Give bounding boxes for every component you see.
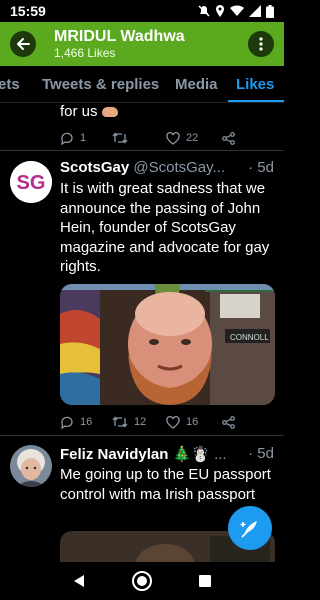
tweet-text-fragment: for us <box>60 103 118 120</box>
more-vertical-icon <box>259 37 263 51</box>
wifi-icon <box>230 5 244 17</box>
page-title: MRIDUL Wadhwa <box>54 28 185 45</box>
retweet-button[interactable] <box>112 132 166 144</box>
reply-button[interactable]: 16 <box>60 416 112 429</box>
user-photo-avatar <box>10 445 52 487</box>
tweet-timestamp: · 5d <box>248 159 274 176</box>
back-arrow-icon <box>17 38 30 50</box>
likes-count: 1,466 Likes <box>54 46 116 60</box>
share-button[interactable] <box>222 131 235 145</box>
status-time: 15:59 <box>10 3 46 19</box>
like-count: 22 <box>186 132 199 144</box>
avatar[interactable] <box>10 445 52 487</box>
back-triangle-icon[interactable] <box>73 574 85 588</box>
tweet-text: for us <box>60 103 98 120</box>
signal-icon <box>249 5 261 17</box>
man-selfie-photo: CONNOLL <box>60 284 275 405</box>
retweet-count: 12 <box>134 416 147 428</box>
battery-icon <box>266 4 274 18</box>
like-button[interactable]: 22 <box>166 131 222 145</box>
home-circle-icon[interactable] <box>131 570 153 592</box>
retweet-icon <box>112 132 128 144</box>
retweet-icon <box>112 416 128 428</box>
reply-button[interactable]: 1 <box>60 132 112 145</box>
tweet-media-image[interactable]: CONNOLL <box>60 284 275 405</box>
tab-media[interactable]: Media <box>175 76 218 93</box>
share-icon <box>222 415 235 429</box>
system-navigation-bar <box>0 562 284 600</box>
profile-tabs: ets Tweets & replies Media Likes <box>0 66 284 103</box>
recents-square-icon[interactable] <box>199 575 211 587</box>
author-name[interactable]: ScotsGay <box>60 159 129 176</box>
tab-likes[interactable]: Likes <box>236 76 274 93</box>
reply-count: 16 <box>80 416 93 428</box>
tweet-actions: 16 12 16 <box>60 413 260 431</box>
heart-icon <box>166 415 180 429</box>
tweet-card[interactable]: for us 1 22 <box>0 103 284 151</box>
location-icon <box>216 5 224 17</box>
author-handle: ... <box>214 446 227 463</box>
like-count: 16 <box>186 416 199 428</box>
tweet-text: It is with great sadness that we announc… <box>60 180 270 275</box>
header-title-group: MRIDUL Wadhwa 1,466 Likes <box>54 27 185 61</box>
compose-feather-icon <box>240 521 257 538</box>
status-icons <box>198 4 274 18</box>
reply-icon <box>61 132 73 145</box>
status-bar: 15:59 <box>0 0 284 22</box>
profile-header: MRIDUL Wadhwa 1,466 Likes <box>0 22 284 66</box>
tweet-header: ScotsGay @ScotsGay... <box>60 159 274 176</box>
retweet-button[interactable]: 12 <box>112 416 166 428</box>
compose-tweet-button[interactable] <box>228 506 272 550</box>
reply-icon <box>61 416 73 429</box>
share-icon <box>222 131 235 145</box>
share-button[interactable] <box>222 415 235 429</box>
avatar-logo-text: SG <box>17 172 46 194</box>
emoji-icon <box>101 107 118 118</box>
avatar[interactable]: SG <box>10 161 52 203</box>
tab-tweets-replies[interactable]: Tweets & replies <box>42 76 159 93</box>
author-name[interactable]: Feliz Navidylan 🎄☃️ <box>60 446 210 463</box>
author-handle: @ScotsGay... <box>133 159 226 176</box>
like-button[interactable]: 16 <box>166 415 222 429</box>
tab-tweets[interactable]: ets <box>0 76 20 93</box>
reply-count: 1 <box>80 132 87 144</box>
overflow-menu-button[interactable] <box>248 31 274 57</box>
scotsgay-logo-icon: SG <box>10 161 52 203</box>
back-button[interactable] <box>10 31 36 57</box>
tweet-timestamp: · 5d <box>248 445 274 462</box>
tweet-text: Me going up to the EU passport control w… <box>60 466 271 503</box>
heart-icon <box>166 131 180 145</box>
mute-icon <box>198 5 210 17</box>
tweet-card[interactable]: SG ScotsGay @ScotsGay... · 5d It is with… <box>0 151 284 436</box>
tweet-header: Feliz Navidylan 🎄☃️ ... <box>60 445 228 463</box>
shop-sign-text: CONNOLL <box>230 333 269 342</box>
tweet-actions: 1 22 <box>60 129 260 147</box>
